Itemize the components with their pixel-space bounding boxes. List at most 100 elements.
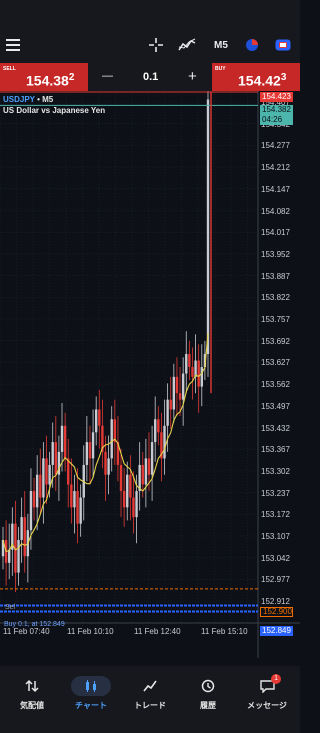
candle-body (119, 464, 123, 492)
price-tick: 154.147 (261, 184, 290, 194)
price-tick: 153.302 (261, 466, 290, 476)
candle-body (175, 376, 179, 394)
candle-body (144, 458, 148, 485)
price-tick: 154.277 (261, 141, 290, 151)
time-tick: 11 Feb 12:40 (134, 627, 181, 636)
candle-body (104, 451, 107, 475)
candle-body (206, 99, 210, 354)
price-tick: 153.237 (261, 488, 290, 498)
sell-price: 154.382 (26, 72, 75, 89)
candle-body (147, 458, 151, 475)
order-price-box: 152.849 (260, 626, 293, 636)
candle-body (163, 425, 166, 459)
bid-price-box: 154.382 (260, 105, 293, 115)
nav-label: 気配値 (20, 701, 44, 710)
price-tick: 154.212 (261, 163, 290, 173)
candle-body (29, 491, 33, 531)
menu-icon[interactable] (4, 34, 22, 56)
candle-body (39, 474, 42, 498)
candle-body (197, 360, 200, 387)
nav-item-trade[interactable]: トレード (120, 666, 180, 733)
candle-body (42, 458, 45, 498)
indicators-icon[interactable] (176, 34, 198, 56)
nav-label: 履歴 (200, 701, 216, 710)
price-tick: 153.952 (261, 249, 290, 259)
top-toolbar: M5 (0, 0, 300, 63)
time-tick: 11 Feb 10:10 (67, 627, 114, 636)
toggle-icon[interactable] (273, 34, 293, 56)
candle-body (191, 367, 194, 377)
candle-body (122, 491, 126, 508)
candle-body (188, 353, 191, 368)
price-tick: 153.042 (261, 553, 290, 563)
position-tag[interactable]: Sel (3, 603, 15, 613)
price-tick: 153.627 (261, 358, 290, 368)
nav-label: メッセージ (247, 701, 287, 710)
candle-body (166, 399, 169, 426)
candle-body (35, 474, 39, 508)
volume-value[interactable]: 0.1 (143, 71, 158, 83)
time-tick: 11 Feb 15:10 (201, 627, 248, 636)
candle-body (51, 442, 54, 465)
candle-body (110, 419, 113, 459)
price-tick: 153.822 (261, 293, 290, 303)
price-tick: 153.887 (261, 271, 290, 281)
candle-body (94, 409, 98, 433)
candle-body (32, 491, 36, 508)
candle-body (63, 425, 67, 459)
price-tick: 153.172 (261, 510, 290, 520)
candle-body (178, 393, 182, 400)
buy-button[interactable]: BUY 154.423 (212, 63, 300, 91)
chart-type-icon[interactable] (242, 34, 262, 56)
candle-body (107, 458, 110, 475)
price-tick: 154.017 (261, 228, 290, 238)
candle-body (141, 464, 144, 485)
arrows-updown-icon (12, 676, 52, 696)
ask-price-box: 154.423 (260, 92, 293, 102)
trade-line-icon (130, 676, 170, 696)
candle-body (79, 497, 82, 524)
nav-item-messages[interactable]: 1 メッセージ (237, 666, 297, 733)
candle-body (54, 442, 58, 475)
candle-body (181, 373, 185, 400)
candle-body (76, 491, 79, 524)
candles-icon (71, 676, 111, 696)
candle-body (172, 376, 176, 410)
candle-body (185, 353, 188, 374)
candle-body (8, 549, 11, 563)
nav-label: トレード (134, 701, 166, 710)
candle-body (129, 474, 132, 498)
bar-countdown: 04:26 (260, 115, 293, 125)
history-icon (188, 676, 228, 696)
volume-decrease-button[interactable]: — (102, 70, 113, 82)
candle-body (98, 409, 101, 426)
candle-body (200, 367, 203, 387)
price-tick: 154.082 (261, 206, 290, 216)
candle-body (48, 464, 51, 485)
crosshair-icon[interactable] (146, 34, 166, 56)
position-price-box: 152.900 (260, 607, 293, 617)
price-tick: 153.562 (261, 380, 290, 390)
sell-button[interactable]: SELL 154.382 (0, 63, 88, 91)
price-tick: 153.107 (261, 532, 290, 541)
timeframe-button[interactable]: M5 (211, 34, 231, 56)
nav-label: チャート (75, 701, 107, 710)
price-tick: 153.757 (261, 315, 290, 324)
message-icon: 1 (247, 674, 287, 696)
candle-body (60, 425, 64, 452)
price-chart[interactable] (0, 91, 300, 658)
nav-item-history[interactable]: 履歴 (178, 666, 238, 733)
price-tick: 152.977 (261, 575, 290, 585)
message-badge: 1 (271, 674, 281, 684)
nav-item-chart[interactable]: チャート (61, 666, 121, 733)
candle-body (20, 517, 23, 540)
candle-body (132, 497, 135, 518)
candle-body (88, 442, 92, 459)
volume-increase-button[interactable]: + (188, 68, 197, 85)
bottom-nav: 気配値 チャート トレード 履歴 1 メッセージ (0, 666, 300, 733)
candle-body (150, 442, 154, 475)
nav-item-quotes[interactable]: 気配値 (2, 666, 62, 733)
candle-body (85, 442, 89, 465)
time-tick: 11 Feb 07:40 (3, 627, 50, 636)
volume-control: — 0.1 + (88, 63, 212, 91)
